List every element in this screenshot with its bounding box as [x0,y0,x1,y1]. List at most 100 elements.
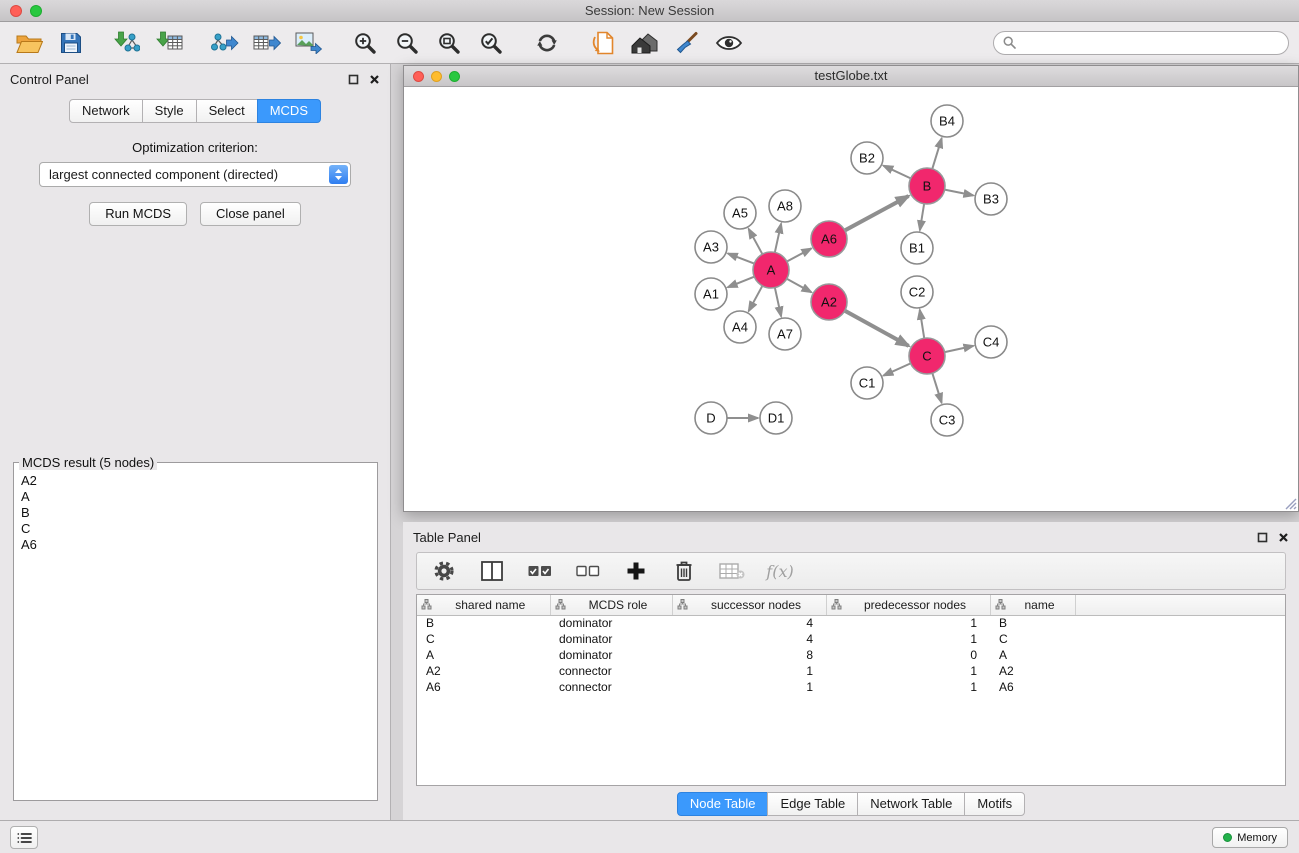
graph-edge-A-A4[interactable] [749,286,763,311]
close-table-panel-button[interactable] [1277,531,1290,544]
graph-edge-A-A1[interactable] [728,277,755,288]
create-column-button[interactable] [622,556,650,586]
column-header-MCDS-role[interactable]: MCDS role [550,595,672,615]
graph-node-B2[interactable]: B2 [851,142,883,174]
deselect-all-button[interactable] [574,556,602,586]
graph-node-A1[interactable]: A1 [695,278,727,310]
graph-node-B4[interactable]: B4 [931,105,963,137]
graph-edge-C-C3[interactable] [932,373,941,403]
column-header-successor-nodes[interactable]: successor nodes [672,595,826,615]
graph-node-D1[interactable]: D1 [760,402,792,434]
graph-edge-A6-B[interactable] [845,196,909,230]
search-input[interactable] [1022,35,1279,50]
delete-table-button[interactable] [718,556,746,586]
zoom-selected-button[interactable] [474,27,508,59]
table-row[interactable]: Bdominator41B [417,615,1285,631]
zoom-fit-button[interactable] [432,27,466,59]
graph-node-A8[interactable]: A8 [769,190,801,222]
graph-node-D[interactable]: D [695,402,727,434]
zoom-in-button[interactable] [348,27,382,59]
tab-style[interactable]: Style [142,99,197,123]
graph-node-A5[interactable]: A5 [724,197,756,229]
graph-node-A4[interactable]: A4 [724,311,756,343]
export-table-button[interactable] [250,27,284,59]
graph-node-A[interactable]: A [753,252,789,288]
graph-node-A3[interactable]: A3 [695,231,727,263]
export-image-button[interactable] [292,27,326,59]
graph-node-B[interactable]: B [909,168,945,204]
apply-layout-button[interactable] [530,27,564,59]
close-panel-button[interactable] [368,73,381,86]
graph-node-B3[interactable]: B3 [975,183,1007,215]
graph-node-C3[interactable]: C3 [931,404,963,436]
toggle-graphics-details-button[interactable] [712,27,746,59]
tab-network[interactable]: Network [69,99,143,123]
network-canvas[interactable]: B4 B2 B B3 A5 A8 A6 B1 A3 A C2 A1 A2 A4 A7 C C4 C1 C3 D D1 [404,87,1298,511]
graph-node-C2[interactable]: C2 [901,276,933,308]
first-neighbors-button[interactable] [628,27,662,59]
show-columns-button[interactable] [478,556,506,586]
graph-node-C[interactable]: C [909,338,945,374]
graph-edge-C-C4[interactable] [945,346,974,352]
graph-edge-A-A5[interactable] [749,229,763,254]
zoom-window-button[interactable] [30,5,42,17]
graph-node-A7[interactable]: A7 [769,318,801,350]
zoom-out-button[interactable] [390,27,424,59]
maximize-view-button[interactable] [449,71,460,82]
graph-edge-C-C1[interactable] [883,363,910,375]
float-table-panel-button[interactable] [1256,531,1269,544]
float-window-icon [1257,532,1268,543]
float-panel-button[interactable] [347,73,360,86]
tab-select[interactable]: Select [196,99,258,123]
close-panel-action-button[interactable]: Close panel [200,202,301,226]
network-window-titlebar[interactable]: testGlobe.txt [404,66,1298,87]
graph-node-C1[interactable]: C1 [851,367,883,399]
graph-edge-A-A6[interactable] [787,248,811,261]
tab-edge-table[interactable]: Edge Table [767,792,858,816]
table-row[interactable]: Adominator80A [417,647,1285,663]
column-header-name[interactable]: name [990,595,1075,615]
graph-edge-A-A2[interactable] [787,279,812,293]
graph-node-A2[interactable]: A2 [811,284,847,320]
column-header-predecessor-nodes[interactable]: predecessor nodes [826,595,990,615]
graph-edge-A-A3[interactable] [728,253,754,263]
table-settings-button[interactable] [430,556,458,586]
table-row[interactable]: A2connector11A2 [417,663,1285,679]
criterion-dropdown[interactable]: largest connected component (directed) [39,162,351,187]
import-network-button[interactable] [110,27,144,59]
close-window-button[interactable] [10,5,22,17]
show-panels-button[interactable] [10,826,38,849]
document-arrow-button[interactable] [586,27,620,59]
table-row[interactable]: A6connector11A6 [417,679,1285,695]
minimize-view-button[interactable] [431,71,442,82]
memory-button[interactable]: Memory [1212,827,1288,848]
delete-columns-button[interactable] [670,556,698,586]
tab-node-table[interactable]: Node Table [677,792,769,816]
export-network-button[interactable] [208,27,242,59]
tab-motifs[interactable]: Motifs [964,792,1025,816]
tab-network-table[interactable]: Network Table [857,792,965,816]
save-session-button[interactable] [54,27,88,59]
select-all-button[interactable] [526,556,554,586]
graph-edge-B-B3[interactable] [945,190,974,196]
graph-edge-A2-C[interactable] [845,311,909,346]
resize-grip-icon[interactable] [1283,496,1297,510]
graph-node-B1[interactable]: B1 [901,232,933,264]
graph-edge-A-A8[interactable] [775,224,781,253]
graph-edge-B-B1[interactable] [920,204,924,230]
open-session-button[interactable] [12,27,46,59]
graph-edge-B-B4[interactable] [932,138,941,169]
function-builder-button[interactable]: f(x) [766,556,794,586]
graph-edge-B-B2[interactable] [883,166,910,179]
table-row[interactable]: Cdominator41C [417,631,1285,647]
graph-node-A6[interactable]: A6 [811,221,847,257]
tab-mcds[interactable]: MCDS [257,99,321,123]
graph-edge-C-C2[interactable] [920,310,924,338]
graph-edge-A-A7[interactable] [775,288,781,317]
import-table-button[interactable] [152,27,186,59]
run-mcds-button[interactable]: Run MCDS [89,202,187,226]
close-view-button[interactable] [413,71,424,82]
graph-node-C4[interactable]: C4 [975,326,1007,358]
column-header-shared-name[interactable]: shared name [417,595,550,615]
apply-style-button[interactable] [670,27,704,59]
